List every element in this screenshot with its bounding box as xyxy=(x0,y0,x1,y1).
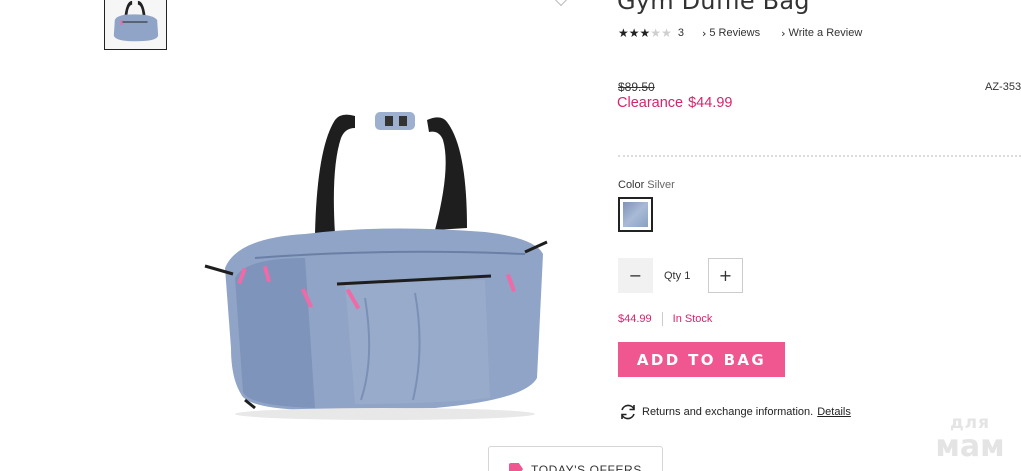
carousel-chevron-icon xyxy=(553,0,569,7)
watermark-line2: мам xyxy=(935,429,1005,464)
reviews-link-label: 5 Reviews xyxy=(709,27,761,39)
rating-count: 3 xyxy=(677,27,684,39)
qty-decrease-button[interactable]: − xyxy=(618,258,653,293)
color-value: Silver xyxy=(647,179,675,191)
product-sku: AZ-353 xyxy=(985,81,1021,93)
add-to-bag-button[interactable]: ADD TO BAG xyxy=(618,342,785,377)
star-icon: ★ xyxy=(628,26,640,40)
bag-thumbnail-image xyxy=(105,0,166,49)
chevron-right-icon: › xyxy=(701,26,707,40)
color-label-text: Color xyxy=(618,179,645,191)
qty-value: 1 xyxy=(684,270,691,282)
refresh-icon xyxy=(621,404,635,420)
write-review-label: Write a Review xyxy=(788,27,863,39)
qty-display: Qty 1 xyxy=(664,270,690,282)
returns-info: Returns and exchange information. Detail… xyxy=(618,402,851,422)
star-icon: ★ xyxy=(639,26,651,40)
stock-separator xyxy=(661,312,663,326)
returns-details-link[interactable]: Details xyxy=(817,406,851,418)
product-thumbnail[interactable] xyxy=(104,0,167,50)
swatch-fill xyxy=(623,202,648,227)
todays-offers-tab[interactable]: TODAY'S OFFERS xyxy=(488,446,663,471)
unit-price: $44.99 xyxy=(618,313,652,325)
bag-image xyxy=(204,112,548,420)
stock-status: In Stock xyxy=(672,313,713,325)
site-watermark: для мам xyxy=(930,415,1010,462)
stock-row: $44.99 In Stock xyxy=(618,312,712,326)
clearance-price: Clearance $44.99 xyxy=(617,95,732,111)
star-rating: ★★★★★ xyxy=(618,26,672,40)
color-label: Color Silver xyxy=(618,179,675,191)
reviews-link[interactable]: › 5 Reviews xyxy=(702,27,760,40)
tag-icon xyxy=(509,463,523,471)
product-title: Gym Duffle Bag xyxy=(617,0,810,15)
qty-label: Qty xyxy=(664,270,682,282)
color-swatch-silver[interactable] xyxy=(618,197,653,232)
qty-increase-button[interactable]: + xyxy=(708,258,743,293)
star-icon: ★ xyxy=(650,26,662,40)
write-review-link[interactable]: › Write a Review xyxy=(781,27,862,40)
star-icon: ★ xyxy=(661,26,672,40)
offers-more-text: ... xyxy=(676,466,685,471)
todays-offers-label: TODAY'S OFFERS xyxy=(531,463,642,471)
original-price: $89.50 xyxy=(618,80,655,94)
star-icon: ★ xyxy=(618,26,629,40)
section-divider xyxy=(618,155,1021,157)
clearance-amount: $44.99 xyxy=(688,95,733,111)
product-hero-image xyxy=(185,108,560,426)
returns-text: Returns and exchange information. xyxy=(642,406,814,418)
clearance-label: Clearance xyxy=(617,95,684,111)
chevron-right-icon: › xyxy=(781,26,786,40)
rating-row: ★★★★★ 3 › 5 Reviews › Write a Review xyxy=(618,24,862,42)
